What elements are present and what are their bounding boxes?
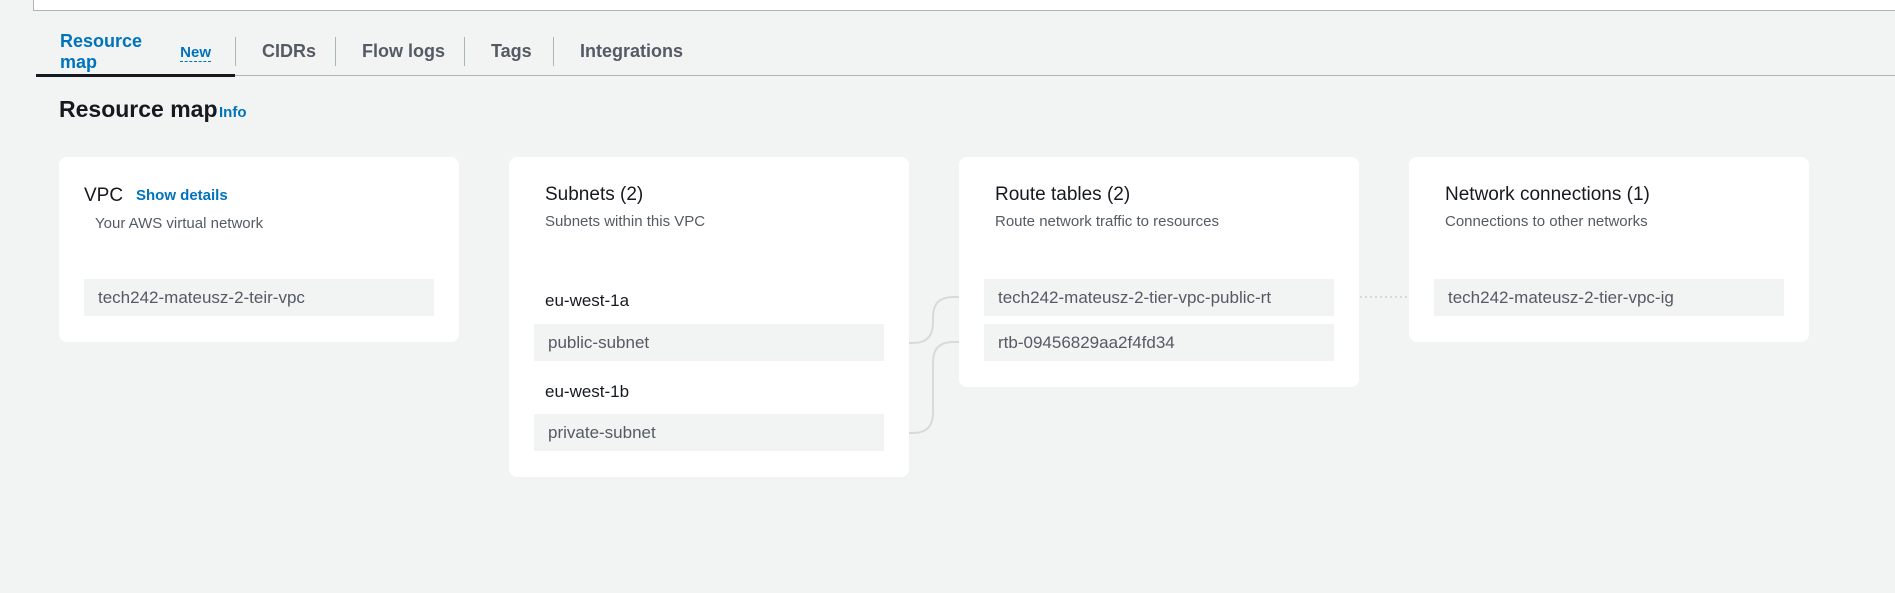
tab-label: Integrations — [580, 41, 684, 61]
vpc-card-subtitle: Your AWS virtual network — [95, 215, 264, 232]
tab-label: Tags — [491, 41, 532, 61]
info-link[interactable]: Info — [219, 104, 247, 121]
subnets-card-subtitle: Subnets within this VPC — [545, 213, 706, 230]
availability-zone-label: eu-west-1b — [545, 382, 630, 401]
route-table-item-public-rt[interactable]: tech242-mateusz-2-tier-vpc-public-rt — [984, 279, 1334, 316]
route-tables-card: Route tables (2) Route network traffic t… — [959, 157, 1359, 387]
tab-integrations[interactable]: Integrations — [580, 28, 683, 75]
tab-label: Resource map — [60, 30, 143, 72]
vpc-card-title: VPC — [84, 185, 124, 206]
show-details-link[interactable]: Show details — [136, 187, 228, 204]
subnets-card-title: Subnets (2) — [545, 184, 644, 205]
tab-label: Flow logs — [362, 41, 445, 61]
vpc-card: VPC Show details Your AWS virtual networ… — [59, 157, 459, 342]
top-panel — [33, 0, 1895, 11]
tab-bar: Resource map New CIDRs Flow logs Tags In… — [36, 28, 1895, 77]
route-tables-card-subtitle: Route network traffic to resources — [995, 213, 1219, 230]
tab-flow-logs[interactable]: Flow logs — [362, 28, 445, 75]
tab-divider — [464, 37, 465, 66]
tab-tags[interactable]: Tags — [491, 28, 532, 75]
network-connections-card-subtitle: Connections to other networks — [1445, 213, 1648, 230]
availability-zone-label: eu-west-1a — [545, 291, 630, 310]
tab-divider — [335, 37, 336, 66]
route-table-item-rtb[interactable]: rtb-09456829aa2f4fd34 — [984, 324, 1334, 361]
route-tables-card-title: Route tables (2) — [995, 184, 1131, 205]
page-title: Resource map — [59, 96, 218, 122]
new-badge: New — [180, 44, 211, 62]
tab-divider — [235, 37, 236, 66]
subnet-item-private[interactable]: private-subnet — [534, 414, 884, 451]
tab-cidrs[interactable]: CIDRs — [262, 28, 316, 75]
internet-gateway-item[interactable]: tech242-mateusz-2-tier-vpc-ig — [1434, 279, 1784, 316]
tab-label: CIDRs — [262, 41, 317, 61]
subnet-item-public[interactable]: public-subnet — [534, 324, 884, 361]
subnets-card: Subnets (2) Subnets within this VPC eu-w… — [509, 157, 909, 477]
vpc-item[interactable]: tech242-mateusz-2-teir-vpc — [84, 279, 434, 316]
tab-divider — [553, 37, 554, 66]
network-connections-card-title: Network connections (1) — [1445, 184, 1650, 205]
network-connections-card: Network connections (1) Connections to o… — [1409, 157, 1809, 342]
tab-resource-map[interactable]: Resource map New — [36, 28, 235, 77]
